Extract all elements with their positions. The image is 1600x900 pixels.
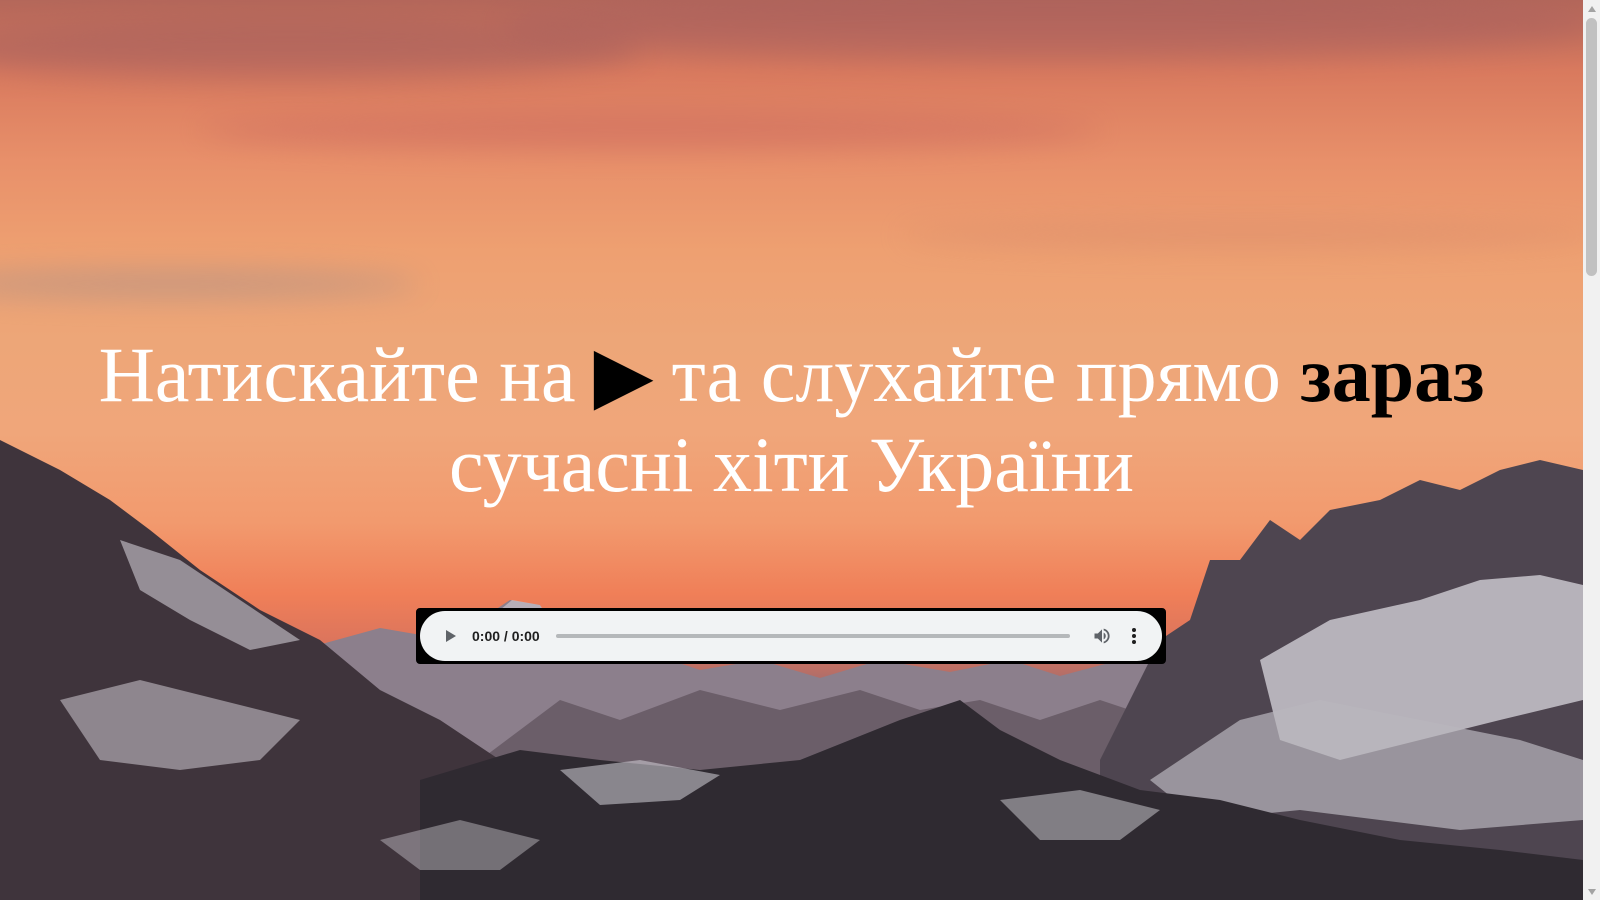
- page-background: Натискайте на ▶ та слухайте прямо зараз су…: [0, 0, 1583, 900]
- volume-button[interactable]: [1090, 624, 1114, 648]
- play-icon: [446, 630, 456, 642]
- scrollbar-thumb[interactable]: [1586, 18, 1597, 276]
- play-button[interactable]: [438, 624, 462, 648]
- play-glyph-icon: ▶: [593, 331, 654, 418]
- hero-emphasis: зараз: [1300, 331, 1485, 418]
- audio-player[interactable]: 0:00 / 0:00: [416, 608, 1166, 664]
- vertical-scrollbar[interactable]: [1583, 0, 1600, 900]
- hero-text-line2: сучасні хіти України: [448, 421, 1134, 508]
- more-options-icon: [1132, 628, 1136, 644]
- more-options-button[interactable]: [1122, 624, 1146, 648]
- scroll-up-arrow-icon[interactable]: [1583, 0, 1600, 17]
- progress-slider[interactable]: [555, 634, 1070, 638]
- hero-text-part1: Натискайте на: [98, 331, 576, 418]
- hero-text-part2: та слухайте прямо: [671, 331, 1281, 418]
- scroll-down-arrow-icon[interactable]: [1583, 883, 1600, 900]
- hero-heading: Натискайте на ▶ та слухайте прямо зараз су…: [0, 330, 1583, 510]
- volume-icon: [1094, 628, 1110, 644]
- time-display: 0:00 / 0:00: [472, 628, 540, 644]
- audio-player-controls: 0:00 / 0:00: [420, 611, 1162, 661]
